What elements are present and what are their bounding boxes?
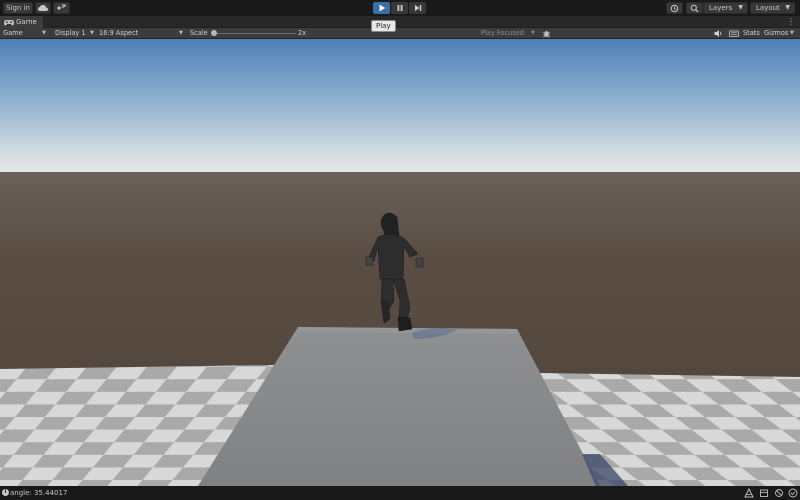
chevron-down-icon: ▼ — [179, 30, 183, 36]
play-focused-dropdown[interactable]: Play Focused — [481, 28, 524, 39]
tab-bar: Game ⋮ — [0, 16, 800, 28]
tab-game-label: Game — [16, 18, 37, 26]
chevron-down-icon: ▼ — [42, 30, 46, 36]
game-controller-icon — [4, 19, 14, 26]
sign-in-button[interactable]: Sign in — [3, 2, 33, 14]
search-button[interactable] — [686, 2, 703, 14]
tab-game[interactable]: Game — [0, 16, 43, 28]
chevron-down-icon: ▼ — [785, 4, 790, 11]
main-toolbar: Sign in Layers ▼ Layout ▼ — [0, 0, 800, 16]
debug-mode-icon[interactable] — [774, 488, 784, 498]
sky — [0, 39, 800, 174]
history-icon — [667, 4, 682, 13]
play-icon — [373, 4, 390, 12]
keyboard-icon[interactable] — [729, 29, 739, 38]
pause-icon — [391, 4, 408, 12]
chevron-down-icon: ▼ — [790, 30, 794, 36]
scale-slider-track[interactable] — [213, 33, 296, 34]
display-dropdown[interactable]: Display 1 — [55, 28, 86, 39]
bug-icon[interactable] — [542, 29, 551, 38]
game-viewport[interactable] — [0, 39, 800, 486]
chevron-down-icon: ▼ — [738, 4, 743, 11]
layers-dropdown[interactable]: Layers ▼ — [703, 2, 748, 14]
package-icon[interactable] — [759, 488, 769, 498]
unity-editor-window: Sign in Layers ▼ Layout ▼ Game ⋮ Game ▼ … — [0, 0, 800, 500]
stats-toggle[interactable]: Stats — [743, 28, 760, 39]
pause-button[interactable] — [391, 2, 408, 14]
layout-label: Layout — [756, 4, 780, 12]
step-button[interactable] — [409, 2, 426, 14]
cloud-button[interactable] — [35, 2, 51, 14]
console-status-message[interactable]: angle: 35.44017 — [10, 486, 67, 500]
chevron-down-icon: ▼ — [90, 30, 94, 36]
aspect-dropdown[interactable]: 16:9 Aspect — [99, 28, 138, 39]
game-scene — [0, 39, 800, 486]
collab-button[interactable] — [53, 2, 70, 14]
gizmos-toggle[interactable]: Gizmos — [764, 28, 788, 39]
status-bar: i angle: 35.44017 — [0, 486, 800, 500]
layout-dropdown[interactable]: Layout ▼ — [750, 2, 795, 14]
more-options-icon[interactable]: ⋮ — [787, 17, 795, 27]
speaker-icon[interactable] — [714, 29, 723, 38]
game-view-toolbar: Game ▼ Display 1 ▼ 16:9 Aspect ▼ Scale 2… — [0, 28, 800, 39]
game-mode-dropdown[interactable]: Game — [3, 28, 23, 39]
scale-value: 2x — [298, 29, 307, 37]
history-button[interactable] — [666, 2, 683, 14]
play-button[interactable] — [373, 2, 390, 14]
info-icon: i — [2, 489, 9, 496]
network-icon[interactable] — [744, 488, 754, 498]
play-tooltip: Play — [371, 20, 396, 32]
search-icon — [687, 4, 702, 13]
scale-slider-handle[interactable] — [211, 30, 217, 36]
scale-label: Scale — [190, 29, 208, 37]
collab-icon — [54, 4, 69, 12]
cloud-icon — [36, 4, 50, 12]
check-circle-icon[interactable] — [788, 488, 798, 498]
chevron-down-icon: ▼ — [531, 30, 535, 36]
step-icon — [409, 4, 426, 12]
layers-label: Layers — [709, 4, 733, 12]
